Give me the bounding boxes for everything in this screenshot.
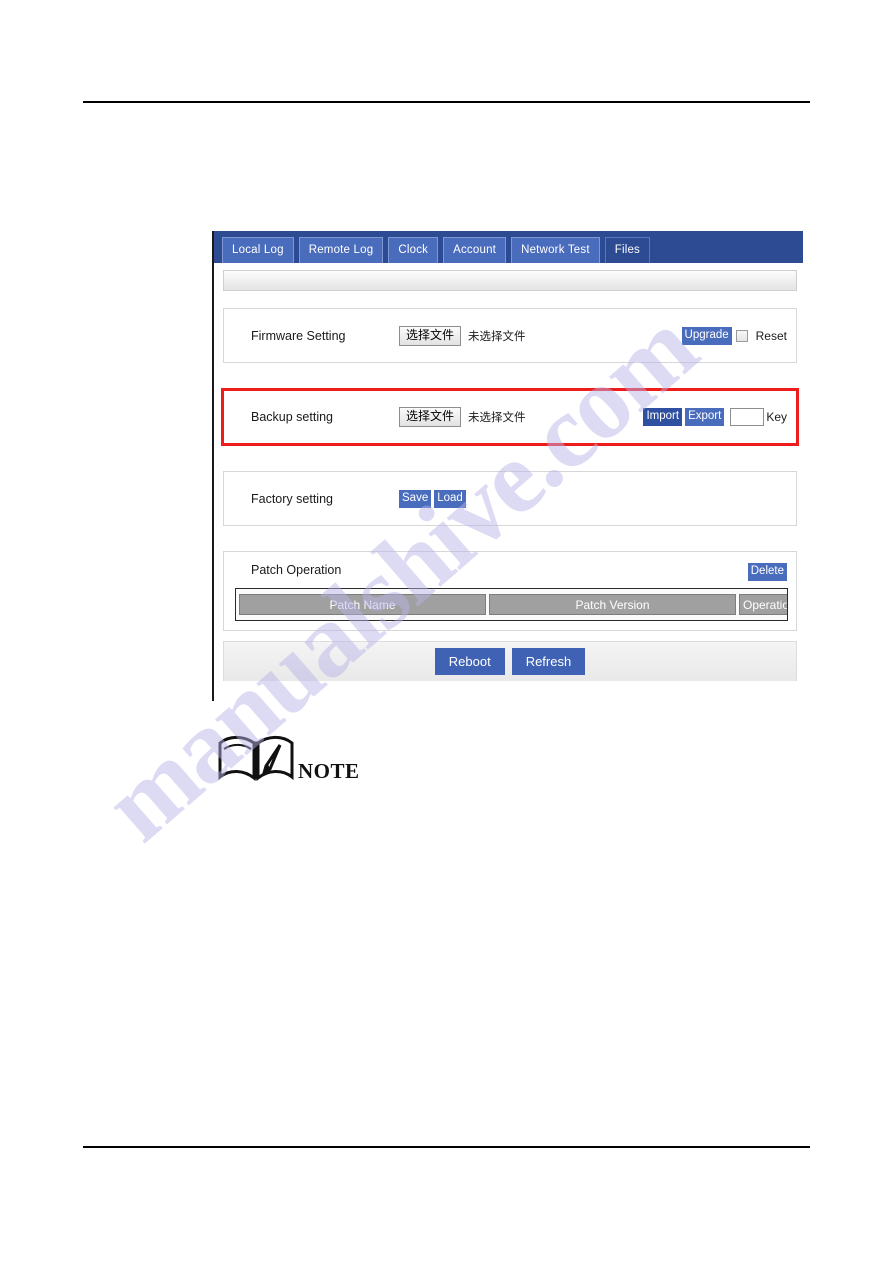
panel-footer: Reboot Refresh — [223, 641, 797, 681]
patch-operation-label: Patch Operation — [251, 563, 342, 577]
firmware-choose-file-button[interactable]: 选择文件 — [399, 325, 462, 346]
tab-network-test[interactable]: Network Test — [511, 237, 600, 263]
backup-file-status: 未选择文件 — [468, 412, 526, 424]
patch-operation-header: Patch Operation Delete — [224, 552, 796, 588]
document-page: Local Log Remote Log Clock Account Netwo… — [0, 0, 893, 1263]
firmware-file-input[interactable]: 选择文件 未选择文件 — [399, 325, 526, 346]
firmware-file-status: 未选择文件 — [468, 330, 526, 343]
firmware-actions: Upgrade Reset — [681, 326, 787, 345]
key-input[interactable] — [730, 408, 765, 426]
import-button[interactable]: Import — [643, 408, 683, 426]
reset-label: Reset — [755, 328, 787, 343]
load-button[interactable]: Load — [434, 489, 466, 508]
patch-table-header-version: Patch Version — [489, 594, 736, 615]
factory-actions: Save Load — [399, 489, 466, 508]
save-button[interactable]: Save — [399, 489, 432, 508]
tab-local-log[interactable]: Local Log — [222, 237, 294, 263]
backup-actions: Import Export Key — [643, 408, 787, 426]
tab-clock[interactable]: Clock — [388, 237, 439, 263]
tab-account[interactable]: Account — [443, 237, 507, 263]
delete-button[interactable]: Delete — [747, 563, 787, 581]
backup-choose-file-button[interactable]: 选择文件 — [399, 407, 462, 427]
note-label: NOTE — [298, 759, 360, 783]
page-header-rule — [83, 101, 810, 103]
key-label: Key — [766, 410, 787, 424]
backup-file-input[interactable]: 选择文件 未选择文件 — [399, 407, 526, 427]
backup-setting-label: Backup setting — [251, 410, 333, 424]
refresh-button[interactable]: Refresh — [511, 648, 586, 675]
open-book-with-pencil-icon — [216, 733, 296, 785]
firmware-setting-row: Firmware Setting 选择文件 未选择文件 Upgrade Rese… — [223, 308, 797, 363]
factory-setting-label: Factory setting — [251, 491, 333, 506]
patch-operation-row: Patch Operation Delete Patch Name Patch … — [223, 551, 797, 631]
patch-table-header-name: Patch Name — [239, 594, 486, 615]
firmware-setting-label: Firmware Setting — [251, 328, 346, 343]
factory-setting-row: Factory setting Save Load — [223, 471, 797, 526]
backup-setting-row: Backup setting 选择文件 未选择文件 Import Export … — [221, 388, 799, 446]
tab-files[interactable]: Files — [604, 237, 650, 263]
patch-table-header-operation: Operation — [739, 594, 787, 615]
patch-table: Patch Name Patch Version Operation — [235, 588, 788, 621]
tab-bar: Local Log Remote Log Clock Account Netwo… — [214, 231, 803, 263]
device-web-ui-screenshot: Local Log Remote Log Clock Account Netwo… — [212, 231, 803, 701]
upgrade-button[interactable]: Upgrade — [681, 326, 732, 345]
reboot-button[interactable]: Reboot — [434, 648, 505, 675]
page-footer-rule — [83, 1146, 810, 1148]
note-block: NOTE — [216, 733, 360, 785]
reset-checkbox[interactable] — [735, 329, 748, 342]
export-button[interactable]: Export — [685, 408, 725, 426]
toolbar-strip — [223, 270, 797, 291]
tab-remote-log[interactable]: Remote Log — [298, 237, 384, 263]
